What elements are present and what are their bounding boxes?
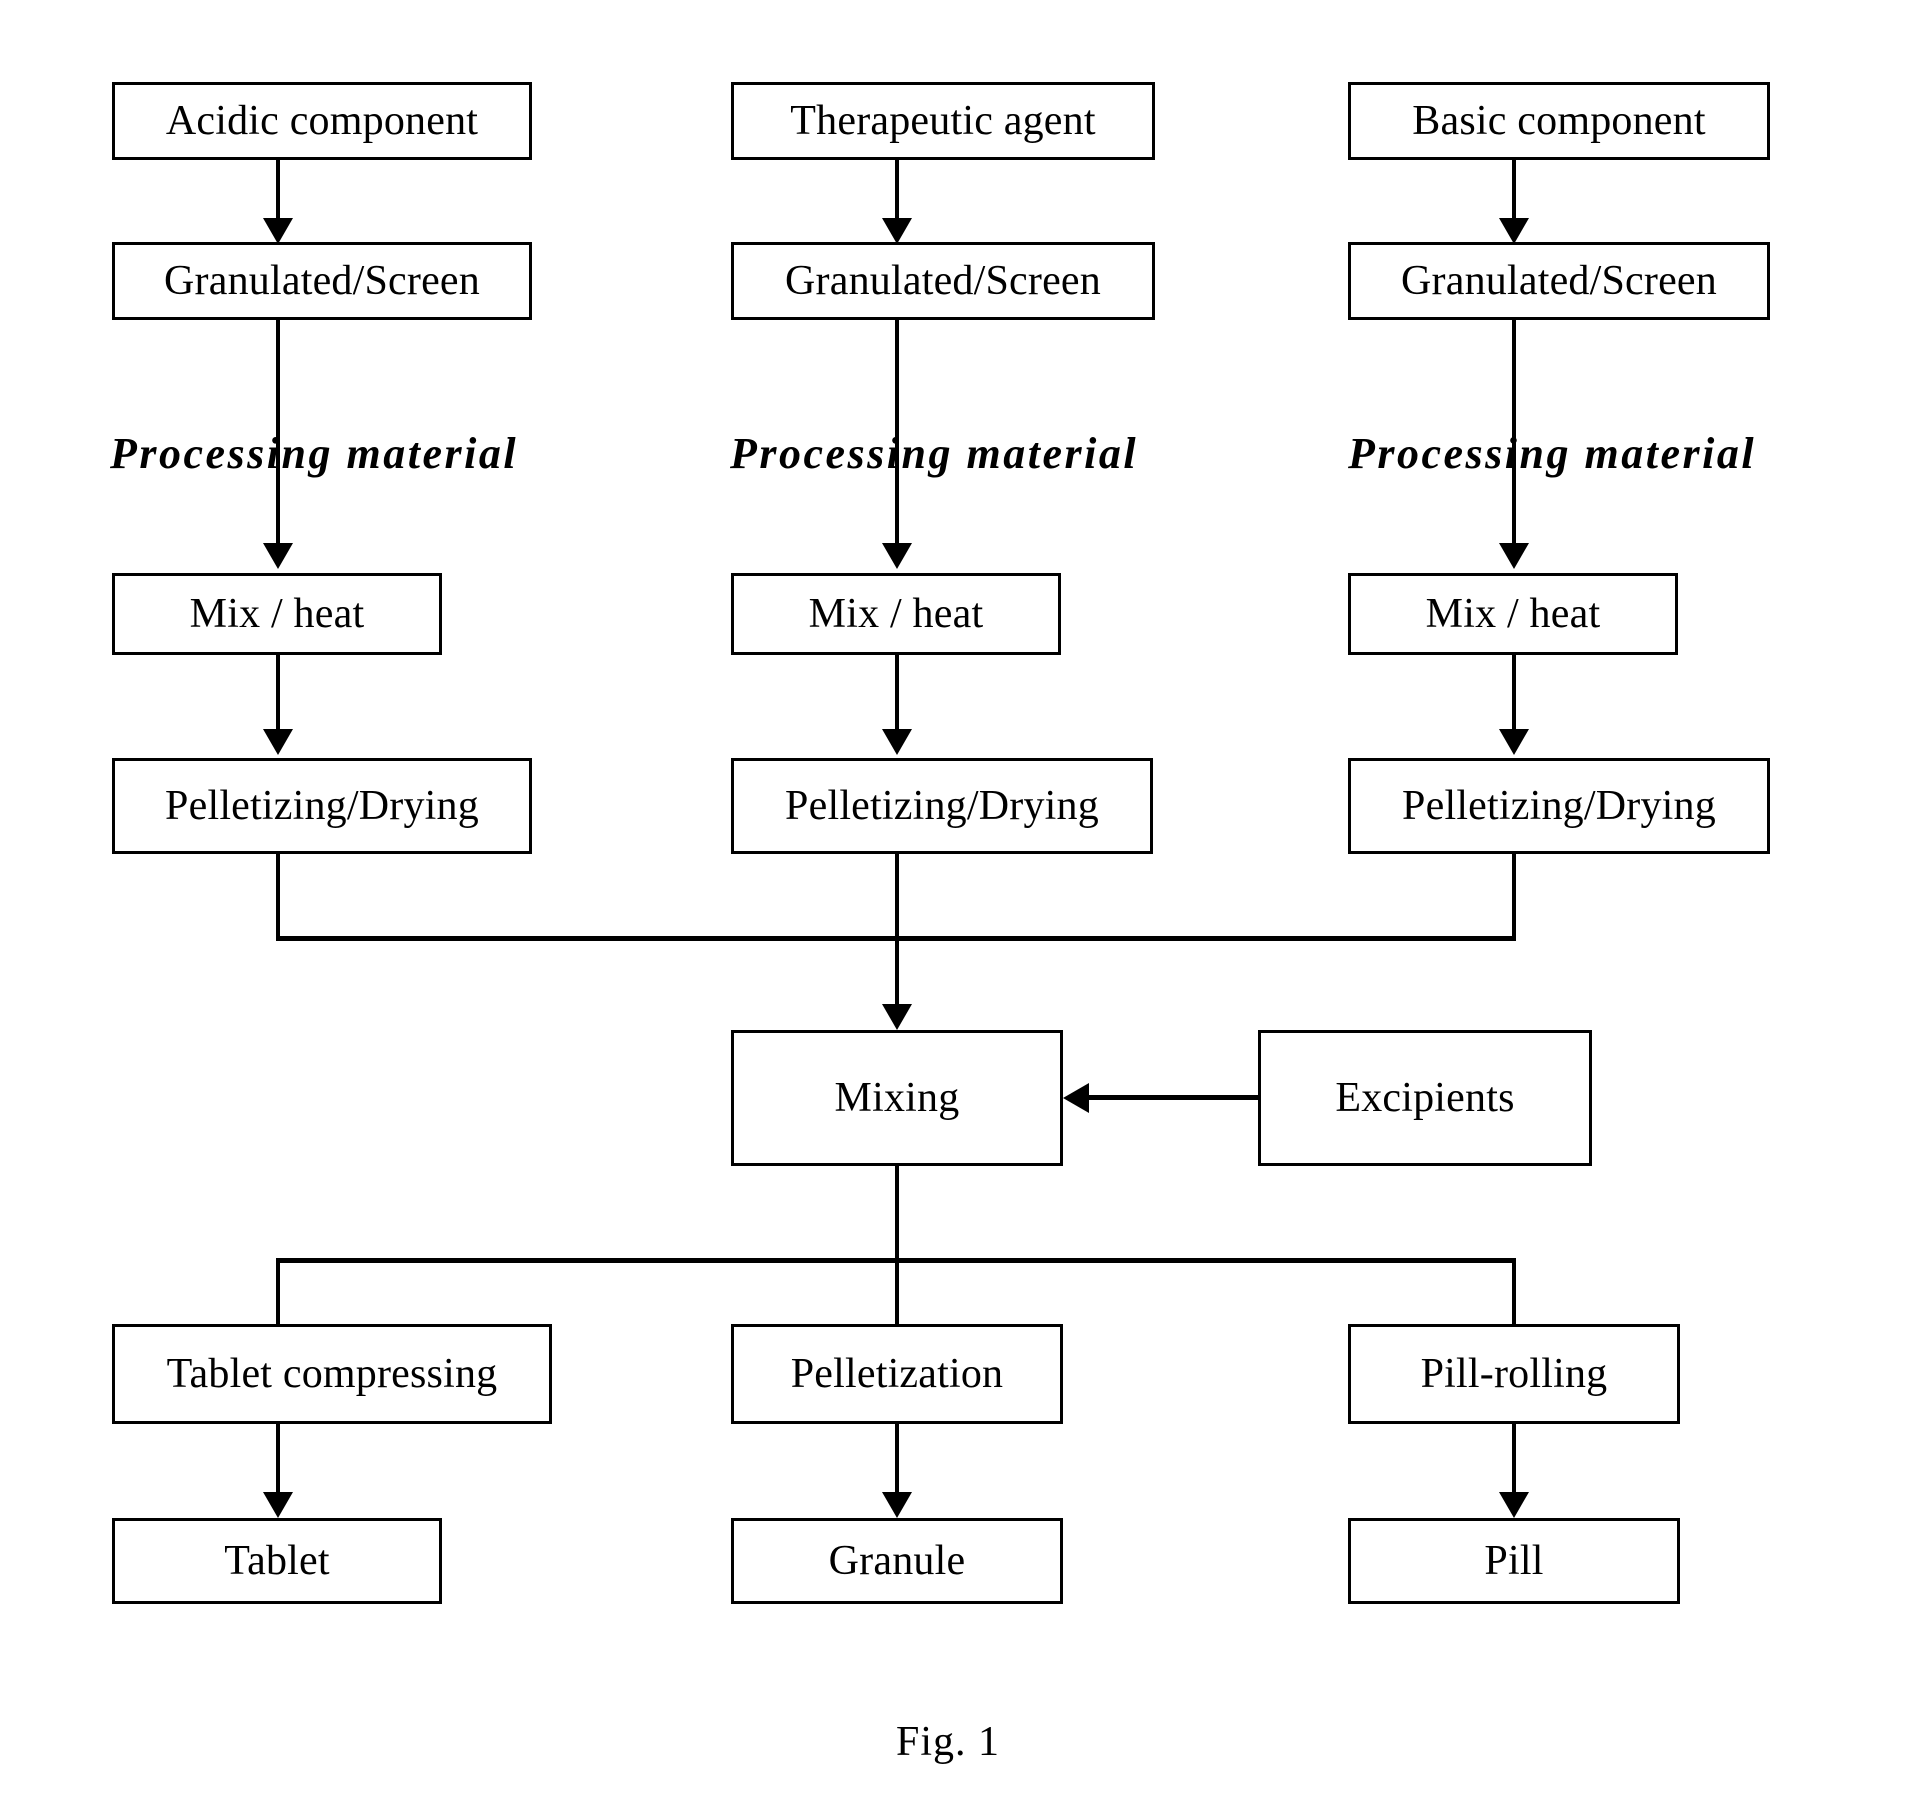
arrowhead-acidic-to-granulated xyxy=(263,218,293,244)
arrowhead-granulated-to-mixheat-right xyxy=(1499,543,1529,569)
node-pelletizing-drying-center: Pelletizing/Drying xyxy=(731,758,1153,854)
arrowhead-excipients-to-mixing xyxy=(1063,1083,1089,1113)
arrowhead-mixheat-to-pelletizing-right xyxy=(1499,729,1529,755)
connector-pelletizing-right-drop xyxy=(1512,854,1516,940)
connector-basic-to-granulated xyxy=(1512,160,1516,223)
arrowhead-merge-to-mixing xyxy=(882,1004,912,1030)
arrowhead-granulated-to-mixheat-center xyxy=(882,543,912,569)
connector-split-to-pelletization xyxy=(895,1258,899,1326)
connector-acidic-to-granulated xyxy=(276,160,280,223)
node-basic-component: Basic component xyxy=(1348,82,1770,160)
node-granule: Granule xyxy=(731,1518,1063,1604)
node-pelletizing-drying-left: Pelletizing/Drying xyxy=(112,758,532,854)
connector-tabletcompressing-to-tablet xyxy=(276,1424,280,1497)
node-granulated-screen-center: Granulated/Screen xyxy=(731,242,1155,320)
connector-mixheat-to-pelletizing-center xyxy=(895,655,899,734)
annotation-processing-material-right: Processing material xyxy=(1348,429,1757,478)
connector-pillrolling-to-pill xyxy=(1512,1424,1516,1497)
connector-therapeutic-to-granulated xyxy=(895,160,899,223)
node-therapeutic-agent: Therapeutic agent xyxy=(731,82,1155,160)
node-mixing: Mixing xyxy=(731,1030,1063,1166)
arrowhead-pillrolling-to-pill xyxy=(1499,1492,1529,1518)
connector-pelletizing-center-drop xyxy=(895,854,899,940)
connector-pelletization-to-granule xyxy=(895,1424,899,1497)
arrowhead-mixheat-to-pelletizing-center xyxy=(882,729,912,755)
arrowhead-tabletcompressing-to-tablet xyxy=(263,1492,293,1518)
node-pill: Pill xyxy=(1348,1518,1680,1604)
arrowhead-granulated-to-mixheat-left xyxy=(263,543,293,569)
node-tablet-compressing: Tablet compressing xyxy=(112,1324,552,1424)
node-pill-rolling: Pill-rolling xyxy=(1348,1324,1680,1424)
connector-excipients-to-mixing xyxy=(1089,1095,1261,1100)
node-excipients: Excipients xyxy=(1258,1030,1592,1166)
node-pelletizing-drying-right: Pelletizing/Drying xyxy=(1348,758,1770,854)
connector-pelletizing-left-drop xyxy=(276,854,280,940)
connector-split-to-pill-rolling xyxy=(1512,1258,1516,1326)
arrowhead-basic-to-granulated xyxy=(1499,218,1529,244)
node-mix-heat-center: Mix / heat xyxy=(731,573,1061,655)
node-mix-heat-right: Mix / heat xyxy=(1348,573,1678,655)
connector-mixheat-to-pelletizing-left xyxy=(276,655,280,734)
node-mix-heat-left: Mix / heat xyxy=(112,573,442,655)
connector-mixing-down xyxy=(895,1166,899,1262)
figure-caption: Fig. 1 xyxy=(896,1719,1001,1765)
node-granulated-screen-left: Granulated/Screen xyxy=(112,242,532,320)
node-granulated-screen-right: Granulated/Screen xyxy=(1348,242,1770,320)
annotation-processing-material-center: Processing material xyxy=(730,429,1139,478)
connector-split-to-tablet-compressing xyxy=(276,1258,280,1326)
arrowhead-pelletization-to-granule xyxy=(882,1492,912,1518)
node-tablet: Tablet xyxy=(112,1518,442,1604)
arrowhead-mixheat-to-pelletizing-left xyxy=(263,729,293,755)
node-acidic-component: Acidic component xyxy=(112,82,532,160)
node-pelletization: Pelletization xyxy=(731,1324,1063,1424)
connector-mixheat-to-pelletizing-right xyxy=(1512,655,1516,734)
figure-canvas: Acidic component Therapeutic agent Basic… xyxy=(0,0,1919,1813)
annotation-processing-material-left: Processing material xyxy=(110,429,519,478)
arrowhead-therapeutic-to-granulated xyxy=(882,218,912,244)
